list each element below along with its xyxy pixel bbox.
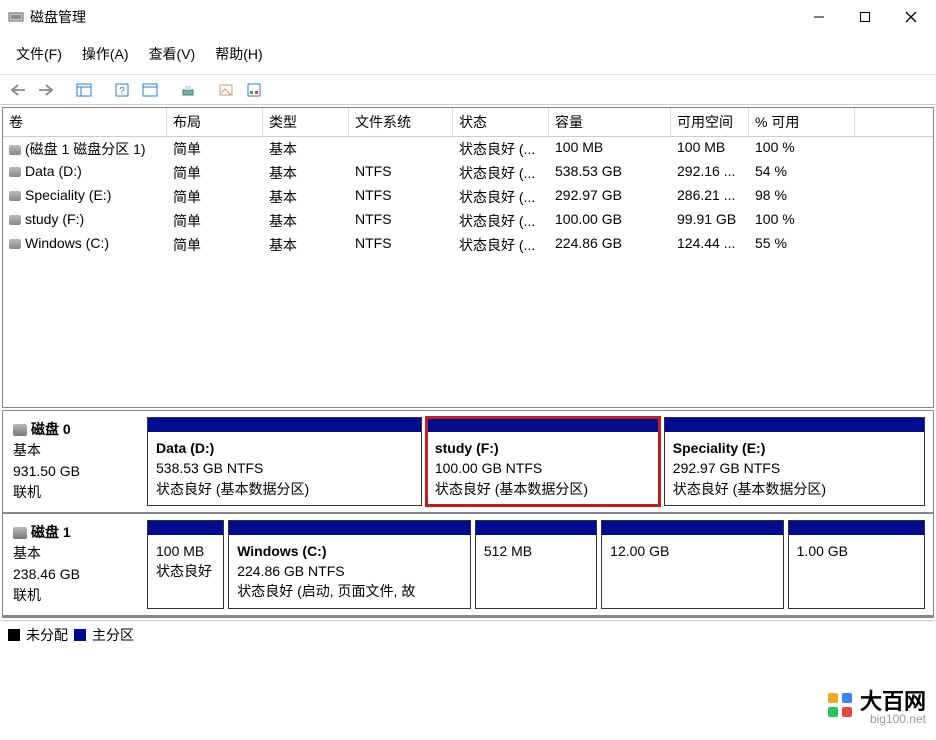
legend-unallocated-swatch xyxy=(8,629,20,641)
partition[interactable]: 1.00 GB xyxy=(788,520,925,609)
disk-row: 磁盘 1基本238.46 GB联机100 MB状态良好Windows (C:)2… xyxy=(3,514,933,617)
forward-button[interactable] xyxy=(34,78,58,102)
header-layout[interactable]: 布局 xyxy=(167,108,263,136)
menu-view[interactable]: 查看(V) xyxy=(139,38,206,70)
legend-primary-label: 主分区 xyxy=(92,625,134,645)
toolbar: ? xyxy=(0,75,936,105)
svg-text:?: ? xyxy=(119,86,125,97)
partition[interactable]: 12.00 GB xyxy=(601,520,783,609)
partition[interactable]: Windows (C:)224.86 GB NTFS状态良好 (启动, 页面文件… xyxy=(228,520,471,609)
properties-icon[interactable] xyxy=(138,78,162,102)
disk-graphical-view: 磁盘 0基本931.50 GB联机Data (D:)538.53 GB NTFS… xyxy=(2,410,934,618)
header-status[interactable]: 状态 xyxy=(453,108,549,136)
watermark: 大百网 big100.net xyxy=(816,680,936,730)
menu-help[interactable]: 帮助(H) xyxy=(205,38,272,70)
back-button[interactable] xyxy=(6,78,30,102)
table-row[interactable]: Data (D:)简单基本NTFS状态良好 (...538.53 GB292.1… xyxy=(3,161,933,185)
maximize-button[interactable] xyxy=(842,2,888,32)
watermark-sub: big100.net xyxy=(860,712,926,726)
header-type[interactable]: 类型 xyxy=(263,108,349,136)
settings-icon[interactable] xyxy=(242,78,266,102)
legend-primary-swatch xyxy=(74,629,86,641)
partition[interactable]: 512 MB xyxy=(475,520,597,609)
disk-info[interactable]: 磁盘 0基本931.50 GB联机 xyxy=(3,411,145,512)
show-hide-icon[interactable] xyxy=(72,78,96,102)
partition[interactable]: 100 MB状态良好 xyxy=(147,520,224,609)
table-row[interactable]: study (F:)简单基本NTFS状态良好 (...100.00 GB99.9… xyxy=(3,209,933,233)
menubar: 文件(F) 操作(A) 查看(V) 帮助(H) xyxy=(0,34,936,75)
watermark-text: 大百网 xyxy=(860,689,926,714)
disk-info[interactable]: 磁盘 1基本238.46 GB联机 xyxy=(3,514,145,615)
refresh-icon[interactable] xyxy=(176,78,200,102)
table-body: (磁盘 1 磁盘分区 1)简单基本状态良好 (...100 MB100 MB10… xyxy=(3,137,933,407)
disk-row: 磁盘 0基本931.50 GB联机Data (D:)538.53 GB NTFS… xyxy=(3,411,933,514)
list-icon[interactable] xyxy=(214,78,238,102)
header-filesystem[interactable]: 文件系统 xyxy=(349,108,453,136)
legend: 未分配 主分区 xyxy=(0,620,936,649)
window-title: 磁盘管理 xyxy=(30,7,796,27)
header-free[interactable]: 可用空间 xyxy=(671,108,749,136)
header-capacity[interactable]: 容量 xyxy=(549,108,671,136)
header-percent[interactable]: % 可用 xyxy=(749,108,855,136)
volume-table: 卷 布局 类型 文件系统 状态 容量 可用空间 % 可用 (磁盘 1 磁盘分区 … xyxy=(2,107,934,408)
partition[interactable]: Speciality (E:)292.97 GB NTFS状态良好 (基本数据分… xyxy=(664,417,925,506)
help-icon[interactable]: ? xyxy=(110,78,134,102)
menu-file[interactable]: 文件(F) xyxy=(6,38,72,70)
watermark-logo-icon xyxy=(826,691,854,719)
close-button[interactable] xyxy=(888,2,934,32)
partition[interactable]: study (F:)100.00 GB NTFS状态良好 (基本数据分区) xyxy=(426,417,660,506)
table-row[interactable]: Windows (C:)简单基本NTFS状态良好 (...224.86 GB12… xyxy=(3,233,933,257)
menu-action[interactable]: 操作(A) xyxy=(72,38,139,70)
disk-management-icon xyxy=(8,9,24,25)
table-header: 卷 布局 类型 文件系统 状态 容量 可用空间 % 可用 xyxy=(3,108,933,137)
legend-unallocated-label: 未分配 xyxy=(26,625,68,645)
partition[interactable]: Data (D:)538.53 GB NTFS状态良好 (基本数据分区) xyxy=(147,417,422,506)
header-volume[interactable]: 卷 xyxy=(3,108,167,136)
titlebar: 磁盘管理 xyxy=(0,0,936,34)
minimize-button[interactable] xyxy=(796,2,842,32)
table-row[interactable]: (磁盘 1 磁盘分区 1)简单基本状态良好 (...100 MB100 MB10… xyxy=(3,137,933,161)
table-row[interactable]: Speciality (E:)简单基本NTFS状态良好 (...292.97 G… xyxy=(3,185,933,209)
